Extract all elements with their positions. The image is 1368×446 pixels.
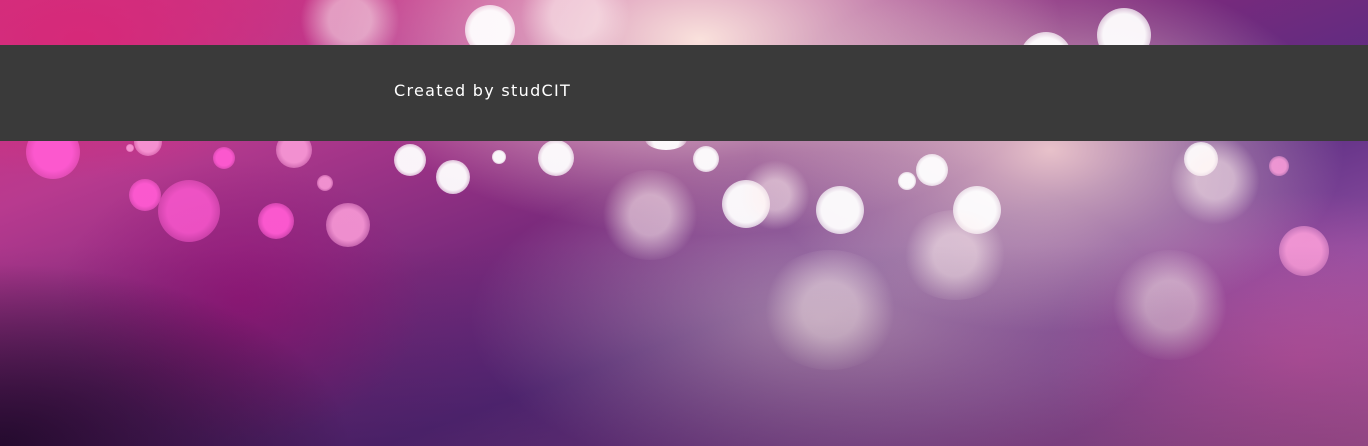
bokeh-light <box>126 144 134 152</box>
page-background: Created by studCIT <box>0 0 1368 446</box>
bokeh-light <box>900 210 1010 300</box>
bokeh-light <box>538 140 574 176</box>
bokeh-light <box>258 203 294 239</box>
footer-credit-text: Created by studCIT <box>394 81 572 100</box>
bokeh-light <box>326 203 370 247</box>
footer-bar: Created by studCIT <box>0 45 1368 141</box>
bokeh-light <box>1279 226 1329 276</box>
bokeh-light <box>722 180 770 228</box>
bokeh-light <box>1269 156 1289 176</box>
bokeh-light <box>1110 250 1230 360</box>
bokeh-light <box>213 147 235 169</box>
bokeh-light <box>740 160 810 230</box>
bokeh-light <box>492 150 506 164</box>
bokeh-light <box>898 172 916 190</box>
bokeh-light <box>760 250 900 370</box>
bokeh-light <box>1170 135 1260 225</box>
bokeh-light <box>317 175 333 191</box>
bokeh-light <box>394 144 426 176</box>
bokeh-light <box>600 170 700 260</box>
bokeh-light <box>816 186 864 234</box>
bokeh-light <box>436 160 470 194</box>
bokeh-light <box>916 154 948 186</box>
bokeh-light <box>129 179 161 211</box>
bokeh-light <box>1184 142 1218 176</box>
bokeh-light <box>158 180 220 242</box>
bokeh-light <box>693 146 719 172</box>
bokeh-light <box>953 186 1001 234</box>
